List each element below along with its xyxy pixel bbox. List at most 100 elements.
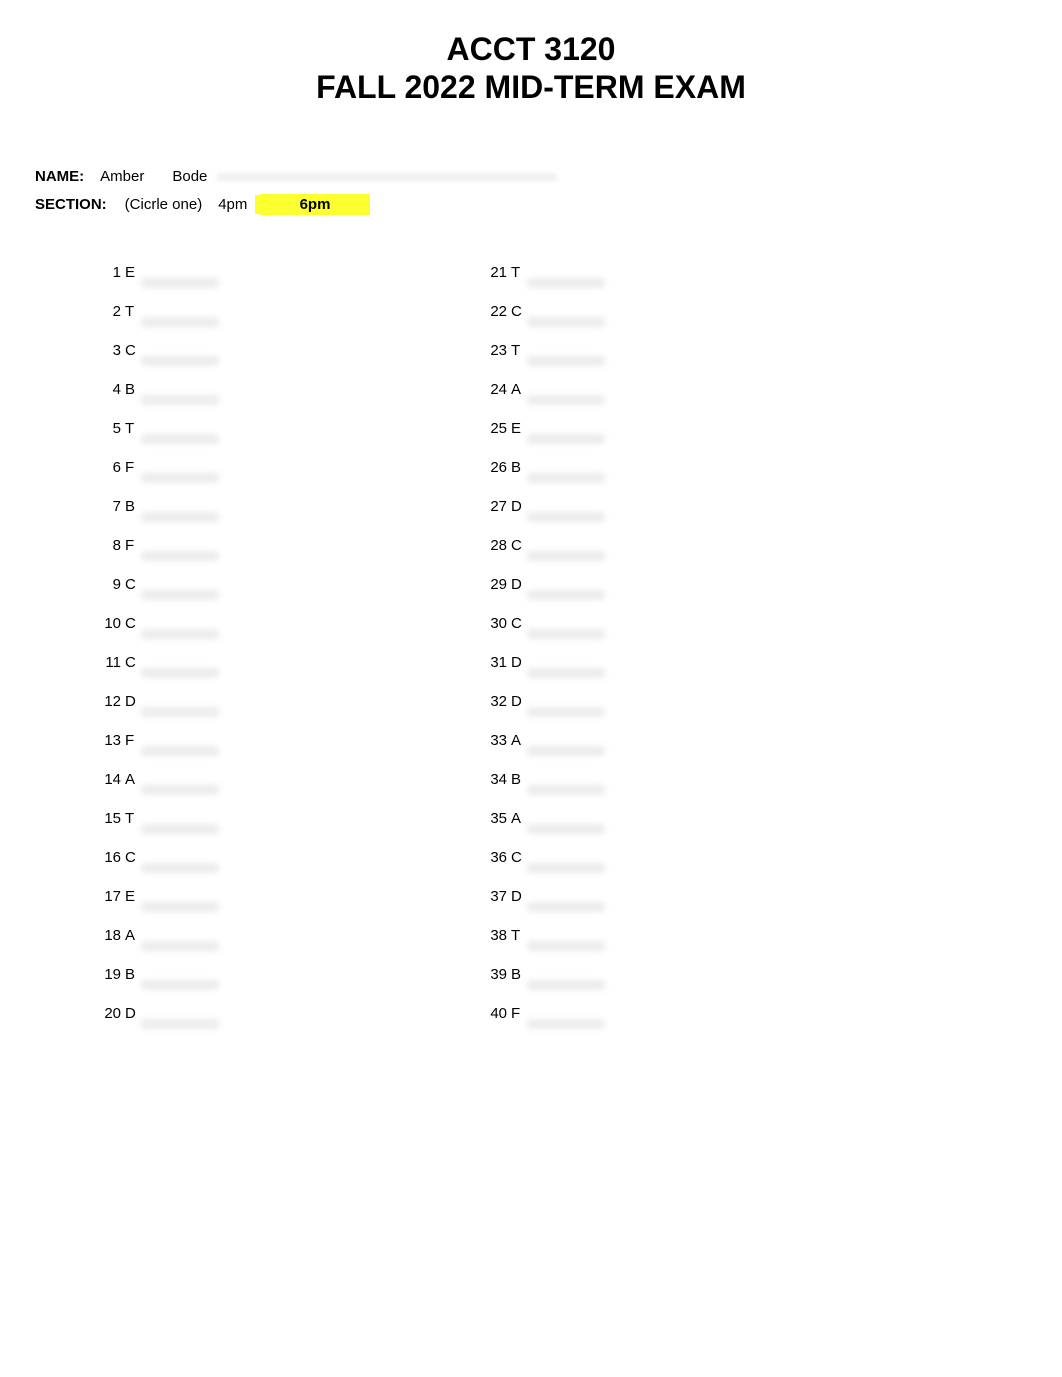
answer-letter: C bbox=[125, 654, 141, 671]
answer-number: 27 bbox=[481, 498, 507, 515]
answer-row: 23T bbox=[481, 342, 527, 362]
answer-letter: A bbox=[511, 381, 527, 398]
name-first: Amber bbox=[100, 168, 144, 185]
answer-row: 3C bbox=[95, 342, 141, 362]
answer-number: 14 bbox=[95, 771, 121, 788]
answer-number: 22 bbox=[481, 303, 507, 320]
answer-row: 29D bbox=[481, 576, 527, 596]
answer-blur-area bbox=[527, 707, 605, 717]
exam-name: FALL 2022 MID-TERM EXAM bbox=[35, 68, 1027, 106]
name-row: NAME: Amber Bode bbox=[35, 167, 1027, 185]
name-last: Bode bbox=[172, 168, 207, 185]
answer-row: 26B bbox=[481, 459, 527, 479]
answer-blur-area bbox=[141, 668, 219, 678]
answer-letter: B bbox=[125, 498, 141, 515]
answer-row: 12D bbox=[95, 693, 141, 713]
answer-blur-area bbox=[141, 512, 219, 522]
answer-number: 23 bbox=[481, 342, 507, 359]
answer-letter: T bbox=[125, 303, 141, 320]
answer-letter: E bbox=[125, 888, 141, 905]
answer-blur-area bbox=[141, 785, 219, 795]
answer-letter: B bbox=[511, 771, 527, 788]
answer-letter: D bbox=[125, 693, 141, 710]
course-code: ACCT 3120 bbox=[35, 30, 1027, 68]
answer-number: 37 bbox=[481, 888, 507, 905]
answer-row: 14A bbox=[95, 771, 141, 791]
answer-letter: E bbox=[125, 264, 141, 281]
answer-number: 31 bbox=[481, 654, 507, 671]
answer-row: 7B bbox=[95, 498, 141, 518]
answer-blur-area bbox=[141, 473, 219, 483]
answer-letter: T bbox=[511, 927, 527, 944]
answer-letter: C bbox=[125, 342, 141, 359]
answer-number: 3 bbox=[95, 342, 121, 359]
answer-number: 10 bbox=[95, 615, 121, 632]
answer-letter: A bbox=[125, 927, 141, 944]
answer-row: 28C bbox=[481, 537, 527, 557]
answer-number: 16 bbox=[95, 849, 121, 866]
answers-column-2: 21T22C23T24A25E26B27D28C29D30C31D32D33A3… bbox=[481, 264, 527, 1025]
answer-blur-area bbox=[527, 434, 605, 444]
answer-row: 13F bbox=[95, 732, 141, 752]
answer-row: 2T bbox=[95, 303, 141, 323]
answer-letter: C bbox=[511, 849, 527, 866]
answer-number: 40 bbox=[481, 1005, 507, 1022]
answer-blur-area bbox=[527, 278, 605, 288]
answer-blur-area bbox=[527, 512, 605, 522]
answer-blur-area bbox=[141, 824, 219, 834]
answer-blur-area bbox=[527, 473, 605, 483]
answer-number: 1 bbox=[95, 264, 121, 281]
answer-blur-area bbox=[141, 551, 219, 561]
answer-row: 9C bbox=[95, 576, 141, 596]
answer-row: 22C bbox=[481, 303, 527, 323]
answer-blur-area bbox=[141, 746, 219, 756]
answer-blur-area bbox=[527, 863, 605, 873]
answer-number: 39 bbox=[481, 966, 507, 983]
name-label: NAME: bbox=[35, 168, 84, 185]
answer-letter: B bbox=[511, 966, 527, 983]
answer-number: 36 bbox=[481, 849, 507, 866]
answers-column-1: 1E2T3C4B5T6F7B8F9C10C11C12D13F14A15T16C1… bbox=[95, 264, 141, 1025]
answer-blur-area bbox=[527, 902, 605, 912]
answer-letter: T bbox=[125, 420, 141, 437]
answer-row: 19B bbox=[95, 966, 141, 986]
answer-letter: D bbox=[511, 888, 527, 905]
answer-blur-area bbox=[141, 317, 219, 327]
answer-letter: B bbox=[125, 381, 141, 398]
answer-number: 20 bbox=[95, 1005, 121, 1022]
answer-row: 4B bbox=[95, 381, 141, 401]
answer-number: 12 bbox=[95, 693, 121, 710]
answer-letter: F bbox=[511, 1005, 527, 1022]
answer-row: 30C bbox=[481, 615, 527, 635]
answer-row: 21T bbox=[481, 264, 527, 284]
answer-row: 40F bbox=[481, 1005, 527, 1025]
answer-row: 20D bbox=[95, 1005, 141, 1025]
answer-number: 17 bbox=[95, 888, 121, 905]
answer-number: 11 bbox=[95, 654, 121, 671]
answer-letter: C bbox=[125, 576, 141, 593]
answer-row: 15T bbox=[95, 810, 141, 830]
answer-letter: F bbox=[125, 537, 141, 554]
answer-row: 6F bbox=[95, 459, 141, 479]
answer-letter: A bbox=[125, 771, 141, 788]
answer-blur-area bbox=[141, 395, 219, 405]
answer-row: 10C bbox=[95, 615, 141, 635]
answer-letter: A bbox=[511, 732, 527, 749]
answer-blur-area bbox=[141, 629, 219, 639]
answer-number: 9 bbox=[95, 576, 121, 593]
answer-letter: C bbox=[511, 537, 527, 554]
answer-letter: C bbox=[125, 615, 141, 632]
answer-row: 1E bbox=[95, 264, 141, 284]
answer-letter: D bbox=[511, 654, 527, 671]
answer-letter: D bbox=[511, 498, 527, 515]
section-option-6pm: 6pm bbox=[260, 194, 371, 215]
answer-number: 5 bbox=[95, 420, 121, 437]
answer-number: 24 bbox=[481, 381, 507, 398]
answer-row: 24A bbox=[481, 381, 527, 401]
answer-blur-area bbox=[527, 1019, 605, 1029]
answer-number: 7 bbox=[95, 498, 121, 515]
answer-letter: F bbox=[125, 459, 141, 476]
answer-letter: E bbox=[511, 420, 527, 437]
answer-row: 37D bbox=[481, 888, 527, 908]
answer-number: 21 bbox=[481, 264, 507, 281]
